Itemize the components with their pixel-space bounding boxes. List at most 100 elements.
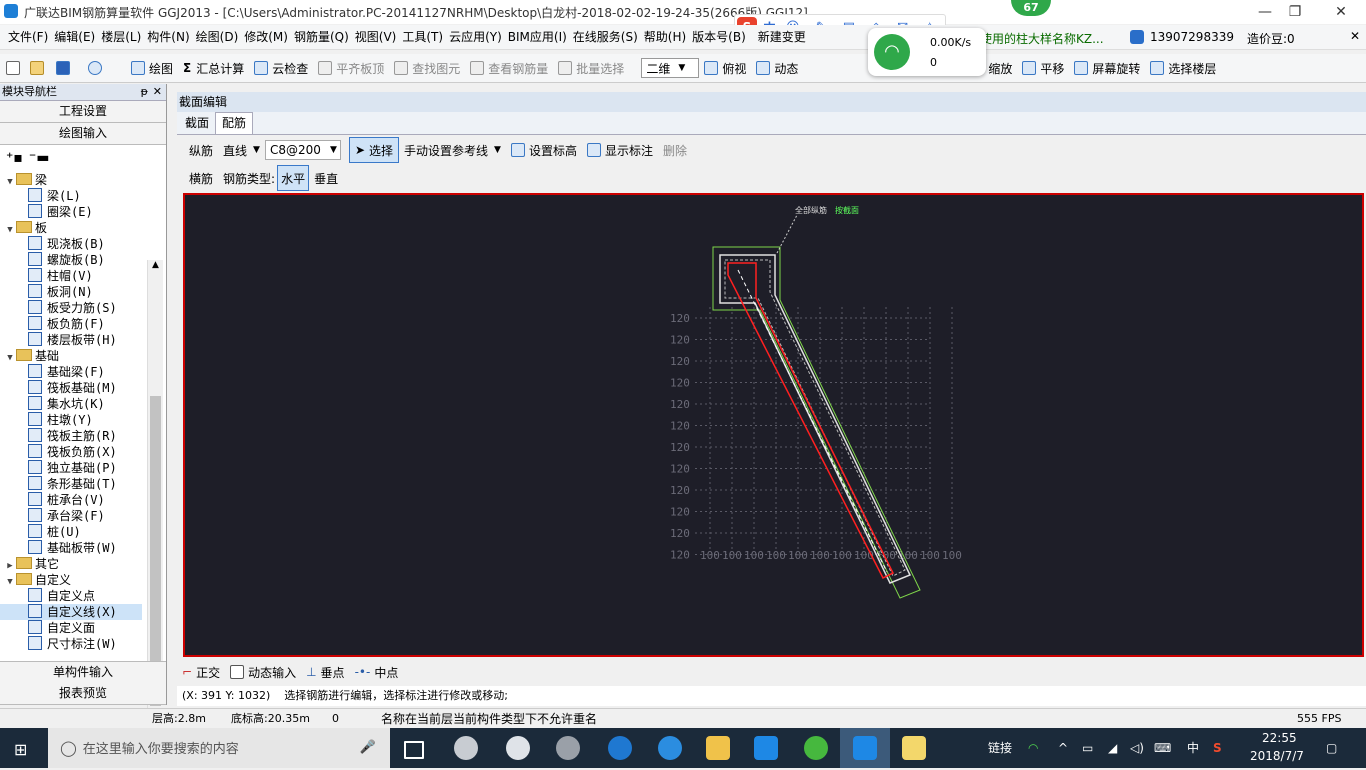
notification-center-icon[interactable]: ▢ (1326, 728, 1337, 768)
glodon-g-icon[interactable] (754, 736, 778, 760)
menu-tools[interactable]: 工具(T) (399, 25, 446, 49)
tree-item[interactable]: 柱墩(Y) (0, 412, 142, 428)
tab-section[interactable]: 截面 (179, 113, 215, 134)
vertical-button[interactable]: 垂直 (309, 166, 343, 190)
tree-item[interactable]: 承台梁(F) (0, 508, 142, 524)
tree-folder[interactable]: ▼ 自定义 (0, 572, 142, 588)
tray-link[interactable]: 链接 (988, 728, 1012, 768)
sum-calc-button[interactable]: Σ 汇总计算 (178, 56, 249, 80)
microphone-icon[interactable]: 🎤 (360, 728, 376, 768)
menu-floor[interactable]: 楼层(L) (98, 25, 144, 49)
tree-item[interactable]: 柱帽(V) (0, 268, 142, 284)
pin-icon[interactable]: ᵽ (141, 84, 148, 100)
tree-folder[interactable]: ▼ 板 (0, 220, 142, 236)
tree-item[interactable]: 梁(L) (0, 188, 142, 204)
tree-item[interactable]: 筏板基础(M) (0, 380, 142, 396)
new-change-button[interactable]: 新建变更 (755, 25, 809, 49)
tree-item[interactable]: 集水坑(K) (0, 396, 142, 412)
notice-text[interactable]: 使用的柱大样名称KZ... (980, 30, 1104, 47)
view-rebar-button[interactable]: 查看钢筋量 (465, 56, 553, 80)
dynamic-input-toggle[interactable]: 动态输入 (225, 660, 301, 684)
edge-icon[interactable] (608, 736, 632, 760)
menu-component[interactable]: 构件(N) (144, 25, 192, 49)
dynamic-observe-button[interactable]: 动态 (751, 56, 803, 80)
menu-draw[interactable]: 绘图(D) (193, 25, 242, 49)
expand-all-icon[interactable]: ⁺▪ (6, 150, 23, 166)
network-widget[interactable]: ◠ 0.00K/s 0 (868, 28, 986, 76)
top-view-button[interactable]: 俯视 (699, 56, 751, 80)
tree-item[interactable]: 自定义面 (0, 620, 142, 636)
section-canvas[interactable]: 120 120 120 120 120 120 120 120 120 120 120 120 100 1… (183, 193, 1364, 657)
save-icon[interactable] (56, 61, 70, 75)
tab-reinforcement[interactable]: 配筋 (215, 112, 254, 134)
menu-file[interactable]: 文件(F) (5, 25, 51, 49)
undo-icon[interactable] (88, 61, 102, 75)
report-preview-button[interactable]: 报表预览 (0, 683, 166, 705)
line-type-select[interactable]: 直线 ▼ (218, 138, 265, 162)
tree-item[interactable]: 板负筋(F) (0, 316, 142, 332)
restore-button[interactable]: ❐ (1280, 2, 1310, 22)
rebar-spec-input[interactable]: C8@200 ▼ (264, 140, 341, 160)
tray-expand-icon[interactable]: ^ (1058, 728, 1068, 768)
app-green-icon[interactable] (804, 736, 828, 760)
scroll-thumb[interactable] (150, 396, 161, 706)
menu-view[interactable]: 视图(V) (352, 25, 400, 49)
tree-folder[interactable]: ▶ 其它 (0, 556, 142, 572)
tree-item[interactable]: 现浇板(B) (0, 236, 142, 252)
ie-legacy-icon[interactable] (506, 736, 530, 760)
drawing-input-button[interactable]: 绘图输入 (0, 123, 166, 145)
single-input-button[interactable]: 单构件输入 (0, 661, 166, 684)
tree-item[interactable]: 独立基础(P) (0, 460, 142, 476)
close-button[interactable]: ✕ (1326, 2, 1356, 22)
tree-item[interactable]: 桩承台(V) (0, 492, 142, 508)
new-file-icon[interactable] (6, 61, 20, 75)
task-view-icon[interactable] (404, 741, 424, 759)
select-floor-button[interactable]: 选择楼层 (1145, 56, 1221, 80)
file-explorer-icon[interactable] (706, 736, 730, 760)
find-element-button[interactable]: 查找图元 (389, 56, 465, 80)
pan-button[interactable]: 平移 (1017, 56, 1069, 80)
tray-keyboard-icon[interactable]: ⌨ (1154, 728, 1171, 768)
tree-item[interactable]: 楼层板带(H) (0, 332, 142, 348)
tree-item[interactable]: 桩(U) (0, 524, 142, 540)
app-fan-icon[interactable] (454, 736, 478, 760)
menu-rebar-qty[interactable]: 钢筋量(Q) (291, 25, 352, 49)
tray-battery-icon[interactable]: ▭ (1082, 728, 1093, 768)
menu-close-icon[interactable]: ✕ (1350, 29, 1360, 43)
tray-wifi-icon[interactable]: ◠ (1028, 728, 1038, 768)
menu-edit[interactable]: 编辑(E) (51, 25, 98, 49)
tree-item[interactable]: 圈梁(E) (0, 204, 142, 220)
cost-beans[interactable]: 造价豆:0 (1247, 30, 1295, 47)
rotate-button[interactable]: 屏幕旋转 (1069, 56, 1145, 80)
tree-item[interactable]: 筏板主筋(R) (0, 428, 142, 444)
show-label-button[interactable]: 显示标注 (582, 138, 658, 162)
panel-close-icon[interactable]: ✕ (153, 84, 162, 100)
tree-item[interactable]: 螺旋板(B) (0, 252, 142, 268)
menu-version[interactable]: 版本号(B) (689, 25, 749, 49)
menu-help[interactable]: 帮助(H) (641, 25, 689, 49)
notes-app-icon[interactable] (902, 736, 926, 760)
manual-ref-line-button[interactable]: 手动设置参考线 ▼ (399, 138, 506, 162)
tree-item[interactable]: 基础板带(W) (0, 540, 142, 556)
tree-item[interactable]: 自定义线(X) (0, 604, 142, 620)
ggj-app-icon[interactable] (853, 736, 877, 760)
tree-item[interactable]: 尺寸标注(W) (0, 636, 142, 652)
windows-start-icon[interactable]: ⊞ (14, 740, 27, 759)
internet-explorer-icon[interactable] (658, 736, 682, 760)
user-phone[interactable]: 13907298339 (1150, 30, 1234, 44)
delete-button[interactable]: 删除 (658, 138, 692, 162)
set-elevation-button[interactable]: 设置标高 (506, 138, 582, 162)
menu-online[interactable]: 在线服务(S) (570, 25, 641, 49)
tree-folder[interactable]: ▼ 基础 (0, 348, 142, 364)
project-settings-button[interactable]: 工程设置 (0, 101, 166, 123)
tree-folder[interactable]: ▼ 梁 (0, 172, 142, 188)
select-button[interactable]: ➤ 选择 (348, 137, 400, 163)
menu-cloud[interactable]: 云应用(Y) (446, 25, 505, 49)
minimize-button[interactable]: — (1250, 2, 1280, 22)
tree-item[interactable]: 自定义点 (0, 588, 142, 604)
menu-bim[interactable]: BIM应用(I) (505, 25, 570, 49)
taskbar-search-box[interactable]: ◯ 在这里输入你要搜索的内容 🎤 (48, 728, 390, 768)
clock-time[interactable]: 22:55 (1262, 731, 1297, 745)
horizontal-button[interactable]: 水平 (277, 165, 310, 191)
clock-date[interactable]: 2018/7/7 (1250, 749, 1304, 763)
